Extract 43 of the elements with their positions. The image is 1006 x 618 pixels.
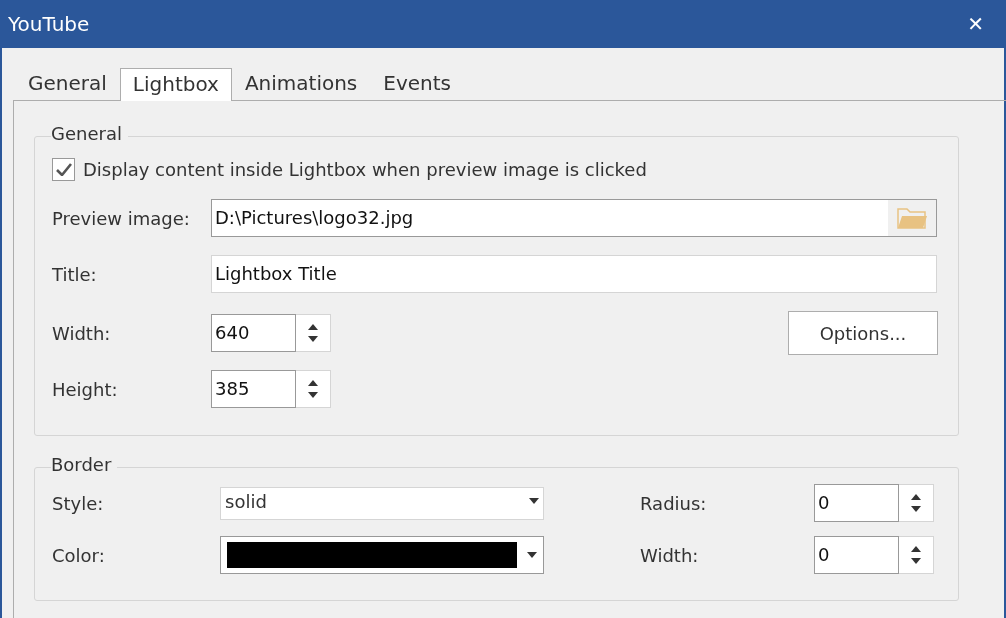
up-arrow-icon[interactable] (308, 324, 318, 330)
up-arrow-icon[interactable] (911, 494, 921, 500)
options-button[interactable]: Options... (788, 311, 938, 355)
up-arrow-icon[interactable] (911, 546, 921, 552)
input-field[interactable]: Lightbox Title (211, 255, 937, 293)
input-field[interactable]: 0 (814, 536, 899, 574)
tab[interactable]: Events (370, 67, 464, 100)
style-dropdown[interactable]: solid (220, 486, 544, 520)
input-field[interactable]: D:\Pictures\logo32.jpg (211, 199, 937, 237)
window-title: YouTube (8, 11, 90, 38)
field-label: Width: (640, 543, 700, 568)
dropdown-value: solid (225, 489, 267, 514)
checkbox-label: Display content inside Lightbox when preview image is clicked (83, 158, 647, 182)
input-field[interactable]: 385 (211, 370, 296, 408)
down-arrow-icon[interactable] (911, 506, 921, 512)
field-label: Color: (52, 543, 106, 568)
caret-icon[interactable] (527, 552, 537, 558)
group-title: Border (51, 456, 113, 474)
field-label: Title: (52, 262, 98, 287)
group-title: General (51, 125, 123, 143)
down-arrow-icon[interactable] (911, 558, 921, 564)
folder-icon (896, 206, 928, 230)
input-field[interactable]: 640 (211, 314, 296, 352)
input-field[interactable]: 0 (814, 484, 899, 522)
spin-buttons[interactable] (899, 536, 934, 574)
caret-icon[interactable] (529, 498, 539, 504)
spin-buttons[interactable] (296, 314, 331, 352)
field-label: Style: (52, 491, 105, 516)
spin-buttons[interactable] (296, 370, 331, 408)
down-arrow-icon[interactable] (308, 392, 318, 398)
color-dropdown[interactable] (220, 536, 544, 574)
field-label: Width: (52, 321, 112, 346)
field-label: Height: (52, 377, 119, 402)
up-arrow-icon[interactable] (308, 380, 318, 386)
close-button[interactable]: ✕ (953, 14, 998, 34)
field-label: Radius: (640, 491, 708, 516)
tab[interactable]: Animations (231, 67, 371, 100)
spin-buttons[interactable] (899, 484, 934, 522)
down-arrow-icon[interactable] (308, 336, 318, 342)
checkbox[interactable] (52, 158, 75, 181)
tab[interactable]: Lightbox (119, 68, 232, 101)
tab[interactable]: General (15, 67, 120, 100)
field-label: Preview image: (52, 206, 191, 231)
